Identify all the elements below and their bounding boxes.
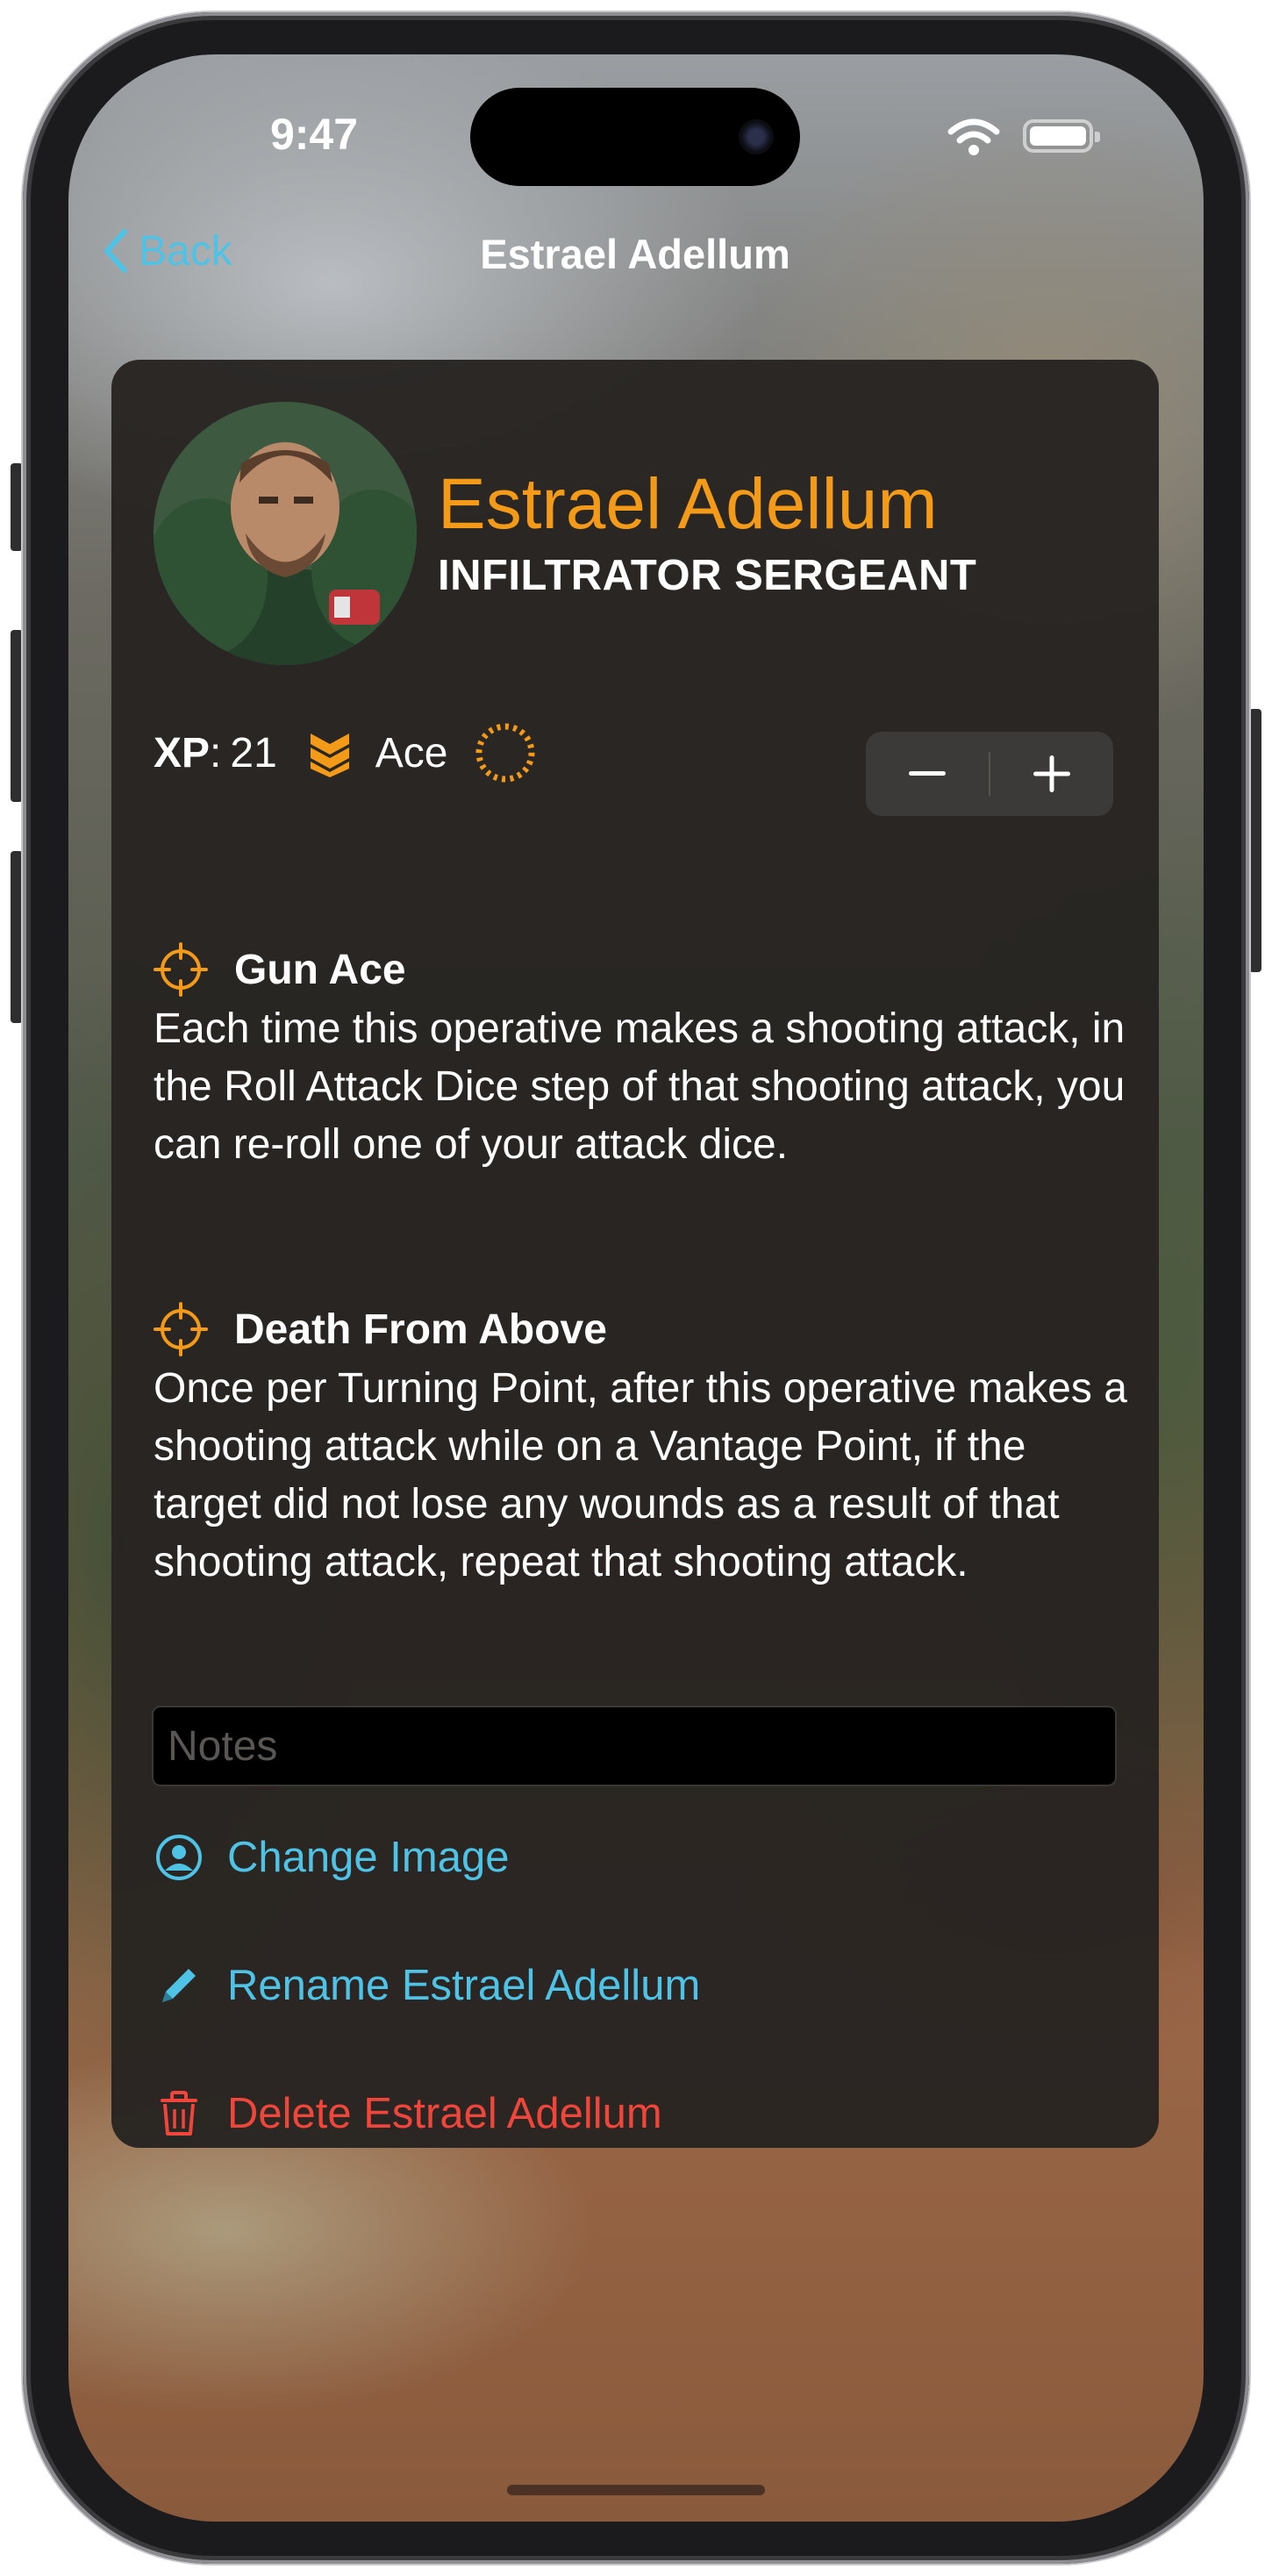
xp-separator: :: [210, 729, 222, 776]
home-indicator[interactable]: [507, 2485, 765, 2495]
xp-stepper: [866, 732, 1113, 816]
back-label: Back: [139, 227, 232, 275]
operative-avatar[interactable]: [154, 402, 417, 665]
xp-label: XP: [154, 729, 211, 776]
wifi-icon: [947, 118, 1000, 155]
chevron-rank-icon: [310, 733, 349, 777]
pencil-icon: [162, 1969, 196, 2002]
dynamic-island: [470, 88, 800, 186]
volume-down-button: [11, 851, 23, 1023]
ability-gun-ace: Gun Ace Each time this operative makes a…: [154, 939, 1127, 1174]
operative-card: Estrael Adellum INFILTRATOR SERGEANT XP …: [111, 360, 1159, 2148]
front-camera-icon: [739, 119, 774, 154]
power-button: [1249, 709, 1261, 972]
miniature-portrait-icon: [154, 402, 417, 665]
minus-icon: [909, 771, 946, 776]
crosshair-icon: [154, 1302, 208, 1356]
rename-label: Rename Estrael Adellum: [227, 1962, 701, 2009]
xp-row: XP : 21 Ace: [154, 709, 539, 797]
ability-description: Each time this operative makes a shootin…: [154, 1005, 1126, 1168]
battery-icon: [1023, 119, 1100, 153]
back-button[interactable]: Back: [100, 226, 232, 275]
ability-description: Once per Turning Point, after this opera…: [154, 1365, 1127, 1585]
ability-title: Death From Above: [234, 1306, 607, 1353]
delete-button[interactable]: Delete Estrael Adellum: [154, 2088, 662, 2139]
screen: 9:47 Back Estrael Adellum Estrael Adellu…: [68, 54, 1204, 2522]
operative-type: INFILTRATOR SERGEANT: [438, 552, 977, 599]
volume-up-button: [11, 630, 23, 802]
rename-button[interactable]: Rename Estrael Adellum: [154, 1960, 700, 2011]
operative-name: Estrael Adellum: [438, 464, 938, 544]
person-circle-icon: [156, 1835, 202, 1880]
ability-title: Gun Ace: [234, 946, 406, 993]
ability-death-from-above: Death From Above Once per Turning Point,…: [154, 1299, 1127, 1592]
crosshair-icon: [154, 942, 208, 997]
nav-title: Estrael Adellum: [480, 231, 790, 277]
xp-decrement-button[interactable]: [866, 732, 989, 816]
plus-icon: [1033, 755, 1070, 792]
delete-label: Delete Estrael Adellum: [227, 2090, 662, 2137]
dashed-progress-ring-icon: [475, 723, 535, 783]
trash-icon: [161, 2091, 197, 2136]
change-image-button[interactable]: Change Image: [154, 1832, 509, 1883]
notes-field[interactable]: [152, 1706, 1117, 1786]
xp-increment-button[interactable]: [990, 732, 1113, 816]
action-button: [11, 463, 23, 551]
rank-label: Ace: [375, 729, 448, 776]
xp-value: 21: [230, 729, 277, 776]
chevron-left-icon: [104, 229, 127, 273]
status-time: 9:47: [269, 110, 359, 159]
change-image-label: Change Image: [227, 1834, 510, 1881]
